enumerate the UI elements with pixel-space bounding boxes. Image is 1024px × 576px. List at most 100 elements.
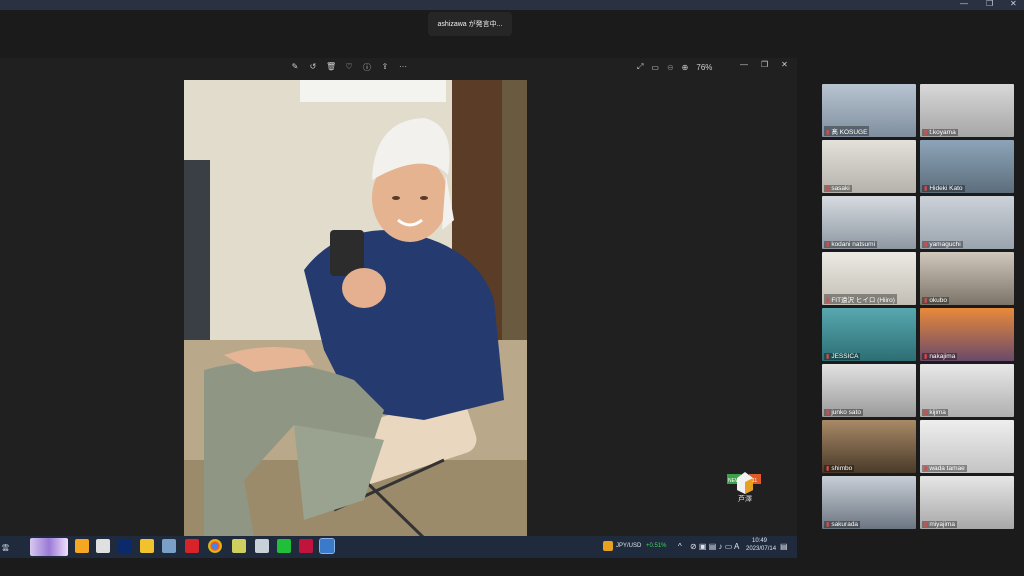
- zoom-in-icon[interactable]: ⊕: [682, 63, 689, 72]
- mic-muted-icon: ▮: [826, 354, 830, 360]
- participant-name: shimbo: [831, 465, 853, 472]
- edit-icon[interactable]: ✎: [290, 62, 300, 73]
- viewer-window-controls: — ❐ ✕: [740, 60, 788, 69]
- participant-tile[interactable]: ▮ yamaguchi: [920, 196, 1014, 249]
- zoom-out-icon[interactable]: ⊖: [667, 63, 674, 72]
- file-explorer-icon[interactable]: [140, 539, 154, 553]
- participant-name: kijima: [929, 409, 946, 416]
- participant-name: JESSICA: [831, 353, 859, 360]
- participant-tile[interactable]: ▮ 髙 KOSUGE: [822, 84, 916, 137]
- mic-muted-icon: ▮: [924, 354, 928, 360]
- ticker-pair[interactable]: JPY/USD: [616, 543, 641, 549]
- restore-icon[interactable]: ❐: [986, 0, 993, 8]
- participant-name: kodani natsumi: [831, 241, 876, 248]
- participant-name: t.koyama: [929, 129, 956, 136]
- participant-name: wada tamae: [929, 465, 965, 472]
- more-options-icon[interactable]: ···: [398, 62, 408, 73]
- info-icon[interactable]: ⓘ: [362, 62, 372, 73]
- news-widget-thumbnail[interactable]: [30, 538, 68, 556]
- viewer-minimize-icon[interactable]: —: [740, 60, 748, 69]
- mic-muted-icon: ▮: [826, 466, 830, 472]
- mic-muted-icon: ▮: [826, 130, 830, 136]
- close-icon[interactable]: ✕: [1010, 0, 1017, 8]
- clock-date[interactable]: 2023/07/14: [746, 546, 776, 552]
- mic-muted-icon: ▮: [924, 410, 928, 416]
- participant-name: yamaguchi: [929, 241, 961, 248]
- mic-muted-icon: ▮: [924, 298, 928, 304]
- badge-label: 芦澤: [738, 496, 752, 503]
- minimize-icon[interactable]: —: [960, 0, 968, 8]
- app-icon[interactable]: [255, 539, 269, 553]
- badge-tag-left: NEW: [728, 478, 740, 484]
- line-icon[interactable]: [277, 539, 291, 553]
- participant-name: FIT遠沢 ヒイロ (Hiiro): [831, 297, 895, 304]
- app-icon[interactable]: [118, 539, 132, 553]
- participant-tile[interactable]: ▮ kodani natsumi: [822, 196, 916, 249]
- participant-name: Hideki Kato: [929, 185, 963, 192]
- chrome-icon[interactable]: [208, 539, 222, 553]
- rotate-icon[interactable]: ↺: [308, 62, 318, 73]
- access-icon[interactable]: [299, 539, 313, 553]
- mic-muted-icon: ▮: [826, 242, 830, 248]
- filmstrip-icon[interactable]: ▭: [651, 63, 659, 72]
- mail-icon[interactable]: [162, 539, 176, 553]
- share-icon[interactable]: ⇪: [380, 62, 390, 73]
- mic-muted-icon: ▮: [924, 186, 928, 192]
- mic-muted-icon: ▮: [924, 522, 928, 528]
- delete-icon[interactable]: 🗑: [326, 62, 336, 73]
- task-view-icon[interactable]: [96, 539, 110, 553]
- tray-icons[interactable]: ⊘ ▣ ▤ ♪ ▭: [690, 542, 732, 551]
- participant-tile[interactable]: ▮ okubo: [920, 252, 1014, 305]
- participant-name: 髙 KOSUGE: [831, 129, 868, 136]
- zoom-level[interactable]: 76%: [696, 63, 712, 72]
- ticker-change[interactable]: +0.51%: [646, 543, 667, 549]
- clock-time[interactable]: 10:49: [752, 538, 767, 544]
- chevron-up-icon[interactable]: ^: [678, 542, 682, 551]
- fullscreen-icon[interactable]: ⤢: [637, 62, 643, 72]
- mic-muted-icon: ▮: [826, 186, 830, 192]
- badge-icon: NEW 11: [727, 472, 761, 494]
- photo-illustration: [184, 80, 527, 538]
- participant-tile[interactable]: ▮ JESSICA: [822, 308, 916, 361]
- participant-tile[interactable]: ▮ kijima: [920, 364, 1014, 417]
- viewer-zoom-controls: ⤢ ▭ ⊖ ⊕ 76%: [637, 62, 712, 72]
- participant-tile[interactable]: ▮ Hideki Kato: [920, 140, 1014, 193]
- participant-tile[interactable]: ▮ nakajima: [920, 308, 1014, 361]
- badge-tag-right: 11: [752, 478, 757, 484]
- participant-name: nakajima: [929, 353, 956, 360]
- mic-muted-icon: ▮: [924, 242, 928, 248]
- favorite-icon[interactable]: ♡: [344, 62, 354, 73]
- participant-name: junko sato: [831, 409, 861, 416]
- mic-muted-icon: ▮: [924, 130, 928, 136]
- participant-tile[interactable]: ▮ FIT遠沢 ヒイロ (Hiiro): [822, 252, 916, 305]
- photo-viewer-toolbar: ✎ ↺ 🗑 ♡ ⓘ ⇪ ···: [290, 62, 408, 73]
- mic-muted-icon: ▮: [924, 466, 928, 472]
- participant-tile[interactable]: ▮ sakurada: [822, 476, 916, 529]
- participant-name: sakurada: [831, 521, 859, 528]
- participant-tile[interactable]: ▮ t.koyama: [920, 84, 1014, 137]
- acrobat-icon[interactable]: [185, 539, 199, 553]
- window-title-strip: — ❐ ✕: [0, 0, 1024, 10]
- ime-indicator[interactable]: A: [734, 542, 739, 551]
- participant-name: miyajima: [929, 521, 955, 528]
- participant-name: sasaki: [831, 185, 850, 192]
- start-icon[interactable]: [75, 539, 89, 553]
- notification-icon[interactable]: ▤: [780, 542, 788, 551]
- photos-icon[interactable]: [319, 538, 335, 554]
- viewer-close-icon[interactable]: ✕: [781, 60, 788, 69]
- app-icon[interactable]: [232, 539, 246, 553]
- participant-tile[interactable]: ▮ junko sato: [822, 364, 916, 417]
- participant-tile[interactable]: ▮ wada tamae: [920, 420, 1014, 473]
- mic-muted-icon: ▮: [826, 410, 830, 416]
- viewer-maximize-icon[interactable]: ❐: [761, 60, 768, 69]
- participant-tile[interactable]: ▮ sasaki: [822, 140, 916, 193]
- mic-muted-icon: ▮: [826, 298, 830, 304]
- stock-widget-icon: [603, 541, 613, 551]
- participant-name: okubo: [929, 297, 948, 304]
- weather-widget[interactable]: 雲: [2, 543, 9, 553]
- active-speaker-toast: ashizawa が発言中...: [428, 12, 512, 36]
- mic-muted-icon: ▮: [826, 522, 830, 528]
- participant-tile[interactable]: ▮ miyajima: [920, 476, 1014, 529]
- shared-photo: [184, 80, 527, 538]
- participant-tile[interactable]: ▮ shimbo: [822, 420, 916, 473]
